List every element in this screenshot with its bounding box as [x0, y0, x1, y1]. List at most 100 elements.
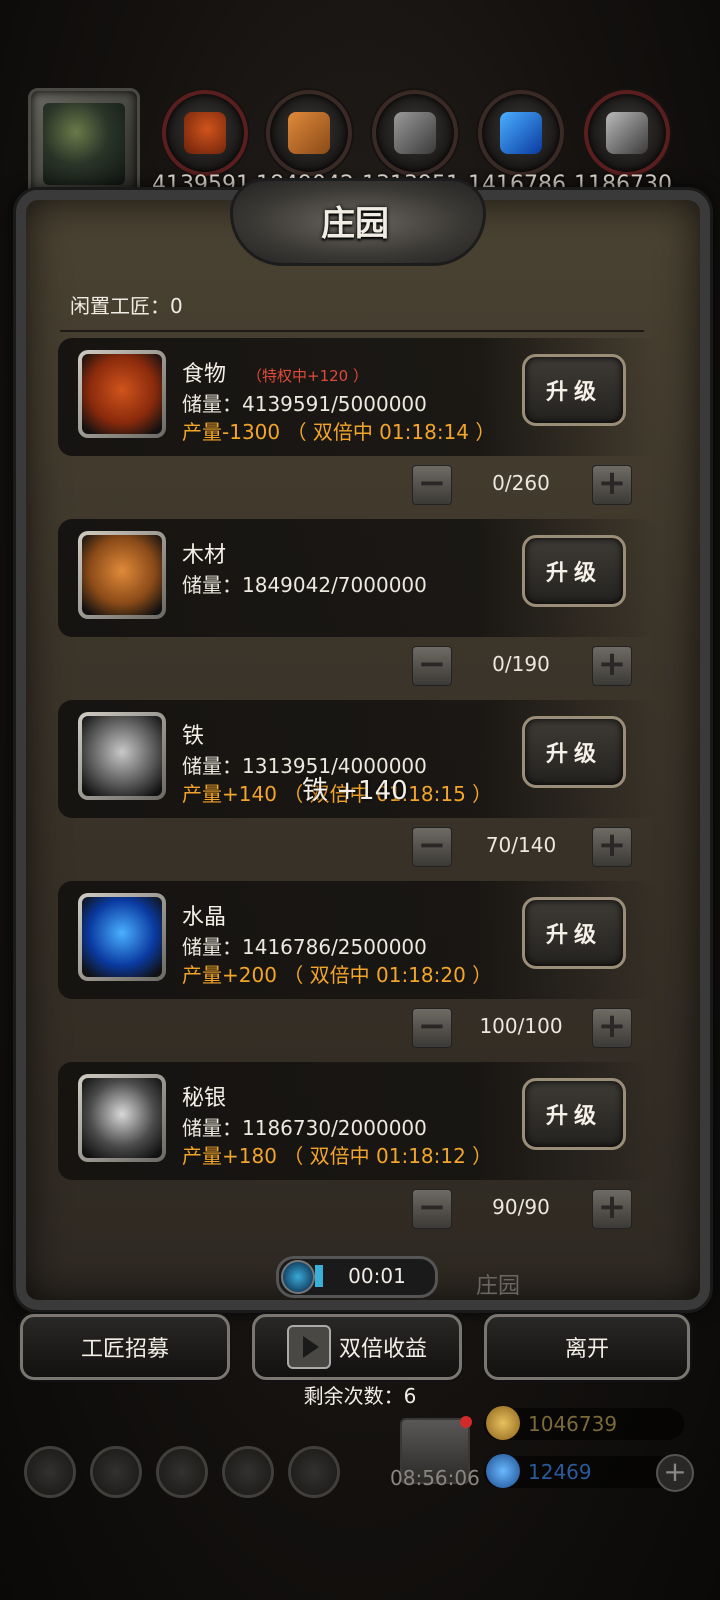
decrease-workers-button[interactable]: − [412, 1008, 452, 1048]
resource-production: 产量+200 （ 双倍中 01:18:20 ） [182, 963, 493, 987]
upgrade-button[interactable]: 升级 [522, 1078, 626, 1150]
panel-title: 庄园 [321, 204, 389, 244]
crystal-icon [500, 112, 542, 154]
increase-workers-button[interactable]: + [592, 1189, 632, 1229]
gold-counter: 1046739 [484, 1406, 684, 1440]
settings-icon[interactable] [24, 1446, 76, 1498]
resource-icon [82, 354, 162, 434]
iron-icon [394, 112, 436, 154]
decrease-workers-button[interactable]: − [412, 1189, 452, 1229]
idle-workers-label: 闲置工匠：0 [70, 294, 183, 318]
gem-counter: 12469 [484, 1454, 684, 1488]
double-income-button[interactable]: 双倍收益 [252, 1314, 462, 1380]
clock-icon [281, 1260, 315, 1294]
resource-name: 秘银 [182, 1080, 240, 1112]
resource-production: 产量+180 （ 双倍中 01:18:12 ） [182, 1144, 493, 1168]
resource-name-text: 木材 [182, 543, 227, 568]
worker-stepper: − 100/100 + [412, 1008, 632, 1050]
resource-stock: 储量：4139591/5000000 [182, 392, 427, 416]
mithril-icon [606, 112, 648, 154]
hero-icon[interactable] [156, 1446, 208, 1498]
notification-dot [460, 1416, 472, 1428]
recruit-button[interactable]: 工匠招募 [20, 1314, 230, 1380]
decrease-workers-button[interactable]: − [412, 465, 452, 505]
upgrade-button[interactable]: 升级 [522, 716, 626, 788]
play-icon [286, 1325, 331, 1369]
map-icon[interactable] [288, 1446, 340, 1498]
crystal-resource-icon [478, 90, 564, 176]
resource-icon [82, 1078, 162, 1158]
food-icon [184, 112, 226, 154]
mail-icon[interactable] [222, 1446, 274, 1498]
player-avatar[interactable] [28, 88, 140, 200]
increase-workers-button[interactable]: + [592, 465, 632, 505]
worker-stepper: − 0/260 + [412, 465, 632, 507]
decrease-workers-button[interactable]: − [412, 646, 452, 686]
leave-button[interactable]: 离开 [484, 1314, 690, 1380]
upgrade-label: 升级 [545, 561, 602, 586]
avatar-portrait [43, 103, 125, 185]
increase-workers-button[interactable]: + [592, 1008, 632, 1048]
resource-icon [82, 716, 162, 796]
resource-stock: 储量：1416786/2500000 [182, 935, 427, 959]
background-label: 庄园 [476, 1274, 521, 1299]
resource-row: 木材 储量：1849042/7000000 升级 [58, 519, 658, 637]
upgrade-label: 升级 [545, 380, 602, 405]
resource-row: 水晶 储量：1416786/2500000 产量+200 （ 双倍中 01:18… [58, 881, 658, 999]
event-clock: 08:56:06 [390, 1466, 480, 1490]
resource-row: 食物 （特权中+120 ） 储量：4139591/5000000 产量-1300… [58, 338, 658, 456]
countdown-timer: 00:01 [276, 1256, 438, 1298]
worker-stepper: − 70/140 + [412, 827, 632, 869]
worker-count: 70/140 [485, 833, 557, 857]
worker-stepper: − 90/90 + [412, 1189, 632, 1231]
recruit-label: 工匠招募 [80, 1337, 169, 1362]
worker-count: 90/90 [492, 1195, 550, 1219]
wood-resource-icon [266, 90, 352, 176]
iron-resource-icon [372, 90, 458, 176]
resource-name: 木材 [182, 537, 240, 569]
upgrade-label: 升级 [545, 1104, 602, 1129]
leave-label: 离开 [564, 1337, 609, 1362]
timer-text: 00:01 [348, 1264, 406, 1288]
upgrade-button[interactable]: 升级 [522, 354, 626, 426]
upgrade-label: 升级 [545, 923, 602, 948]
wood-icon [288, 112, 330, 154]
add-gem-button[interactable]: + [656, 1454, 694, 1492]
resource-row: 秘银 储量：1186730/2000000 产量+180 （ 双倍中 01:18… [58, 1062, 658, 1180]
worker-stepper: − 0/190 + [412, 646, 632, 688]
resource-name: 水晶 [182, 899, 240, 931]
increase-workers-button[interactable]: + [592, 646, 632, 686]
gold-coin-icon [486, 1406, 520, 1440]
resource-icon-frame [78, 350, 166, 438]
resource-icon-frame [78, 893, 166, 981]
resource-icon [82, 897, 162, 977]
resource-name: 铁 [182, 718, 218, 750]
resource-name-text: 铁 [182, 724, 205, 749]
resource-name-text: 食物 [182, 362, 227, 387]
increase-workers-button[interactable]: + [592, 827, 632, 867]
gem-value: 12469 [528, 1460, 592, 1484]
gold-value: 1046739 [528, 1412, 618, 1436]
resource-name: 食物 （特权中+120 ） [182, 356, 368, 388]
worker-count: 0/260 [492, 471, 550, 495]
timer-progress [315, 1265, 323, 1287]
worker-count: 0/190 [492, 652, 550, 676]
star-icon[interactable] [90, 1446, 142, 1498]
resource-icon-frame [78, 1074, 166, 1162]
upgrade-label: 升级 [545, 742, 602, 767]
mithril-resource-icon [584, 90, 670, 176]
food-resource-icon [162, 90, 248, 176]
worker-count: 100/100 [479, 1014, 563, 1038]
resource-icon [82, 535, 162, 615]
float-gain-text: 铁 +140 [302, 776, 408, 806]
decrease-workers-button[interactable]: − [412, 827, 452, 867]
upgrade-button[interactable]: 升级 [522, 897, 626, 969]
privilege-bonus: （特权中+120 ） [247, 367, 368, 385]
resource-icon-frame [78, 531, 166, 619]
resource-production: 产量-1300 （ 双倍中 01:18:14 ） [182, 420, 496, 444]
resource-icon-frame [78, 712, 166, 800]
resource-name-text: 秘银 [182, 1086, 227, 1111]
upgrade-button[interactable]: 升级 [522, 535, 626, 607]
double-income-label: 双倍收益 [338, 1337, 427, 1362]
divider [60, 330, 644, 332]
